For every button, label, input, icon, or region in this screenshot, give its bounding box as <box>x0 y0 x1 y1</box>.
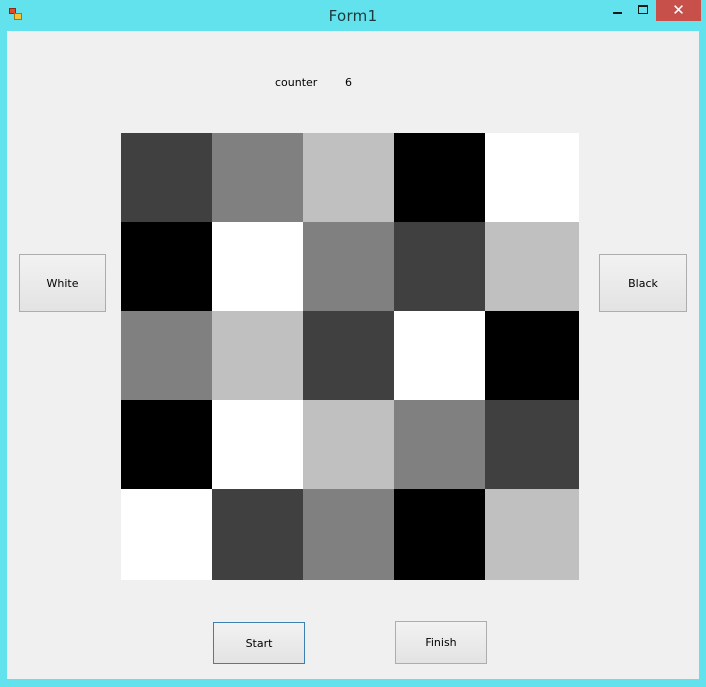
board-cell[interactable] <box>485 222 579 311</box>
board-cell[interactable] <box>303 311 394 400</box>
board-cell[interactable] <box>394 400 485 489</box>
board-cell[interactable] <box>303 222 394 311</box>
close-icon[interactable]: ✕ <box>656 0 701 21</box>
white-button[interactable]: White <box>19 254 106 312</box>
board-cell[interactable] <box>394 133 485 222</box>
board-cell[interactable] <box>121 489 212 580</box>
black-button[interactable]: Black <box>599 254 687 312</box>
window-title: Form1 <box>328 7 378 25</box>
board-cell[interactable] <box>394 489 485 580</box>
board-cell[interactable] <box>303 133 394 222</box>
counter-label: counter <box>275 76 318 89</box>
board-cell[interactable] <box>394 311 485 400</box>
board-cell[interactable] <box>121 311 212 400</box>
close-glyph: ✕ <box>672 1 685 19</box>
board-cell[interactable] <box>394 222 485 311</box>
board-cell[interactable] <box>485 133 579 222</box>
board-cell[interactable] <box>212 311 303 400</box>
board-cell[interactable] <box>121 133 212 222</box>
finish-button[interactable]: Finish <box>395 621 487 664</box>
board-cell[interactable] <box>121 222 212 311</box>
minimize-icon[interactable] <box>604 0 630 21</box>
title-bar[interactable]: Form1 ✕ <box>0 0 706 31</box>
counter-value: 6 <box>345 76 352 89</box>
board-cell[interactable] <box>303 489 394 580</box>
grayscale-board[interactable] <box>121 133 579 580</box>
board-cell[interactable] <box>212 222 303 311</box>
form1-window: Form1 ✕ counter 6 White Black Start Fini… <box>0 0 706 687</box>
board-cell[interactable] <box>212 400 303 489</box>
board-cell[interactable] <box>212 133 303 222</box>
board-cell[interactable] <box>485 489 579 580</box>
board-cell[interactable] <box>212 489 303 580</box>
board-cell[interactable] <box>303 400 394 489</box>
board-cell[interactable] <box>485 400 579 489</box>
start-button[interactable]: Start <box>213 622 305 664</box>
board-cell[interactable] <box>485 311 579 400</box>
board-cell[interactable] <box>121 400 212 489</box>
client-area: counter 6 White Black Start Finish <box>7 31 699 679</box>
maximize-icon[interactable] <box>630 0 656 21</box>
